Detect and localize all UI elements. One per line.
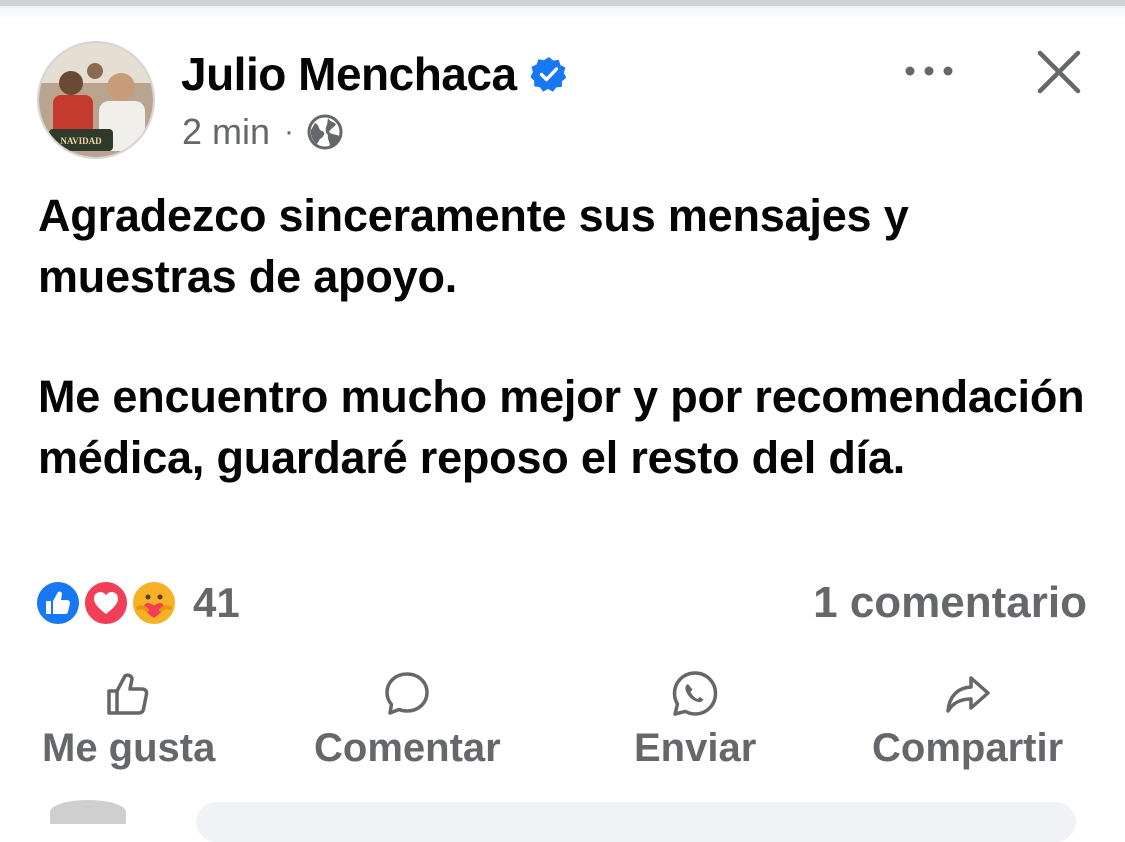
more-options-button[interactable] <box>896 50 962 92</box>
next-avatar <box>50 800 126 824</box>
like-reaction-icon <box>35 580 81 626</box>
avatar-badge-text: NAVIDAD <box>60 136 102 146</box>
whatsapp-icon <box>672 671 718 716</box>
more-horizontal-icon <box>905 66 953 76</box>
reaction-count: 41 <box>193 579 240 626</box>
author-avatar[interactable]: NAVIDAD <box>37 41 155 159</box>
send-button[interactable]: Enviar <box>634 668 756 771</box>
verified-badge-icon <box>529 56 567 92</box>
share-button[interactable]: Compartir <box>872 668 1063 771</box>
post-paragraph: Me encuentro mucho mejor y por recomenda… <box>38 371 1085 483</box>
like-button[interactable]: Me gusta <box>42 668 215 771</box>
comment-bubble-icon <box>385 672 430 715</box>
care-reaction-icon <box>131 580 177 626</box>
post-paragraph: Agradezco sinceramente sus mensajes y mu… <box>38 190 909 302</box>
thumbs-up-icon <box>106 673 148 715</box>
meta-separator: · <box>284 115 295 148</box>
card-edge <box>0 6 1125 20</box>
love-reaction-icon <box>83 580 129 626</box>
comment-label: Comentar <box>314 726 501 770</box>
comment-count-link[interactable]: 1 comentario <box>813 578 1087 628</box>
post-timestamp[interactable]: 2 min <box>182 110 270 154</box>
reactions-summary[interactable]: 41 <box>35 578 240 628</box>
share-arrow-icon <box>945 676 990 713</box>
post-meta: 2 min · <box>182 110 344 154</box>
close-icon <box>1037 50 1081 94</box>
like-label: Me gusta <box>42 726 216 770</box>
send-label: Enviar <box>634 726 757 770</box>
comment-button[interactable]: Comentar <box>314 668 501 771</box>
comment-input-partial[interactable] <box>196 802 1076 842</box>
post-body: Agradezco sinceramente sus mensajes y mu… <box>38 186 1088 488</box>
author-row: Julio Menchaca <box>181 46 567 102</box>
close-post-button[interactable] <box>1026 42 1092 102</box>
author-name[interactable]: Julio Menchaca <box>181 46 517 102</box>
post-actions-bar: Me gusta Comentar Enviar Compartir <box>0 668 1125 778</box>
share-label: Compartir <box>872 726 1064 770</box>
globe-icon <box>306 113 344 151</box>
